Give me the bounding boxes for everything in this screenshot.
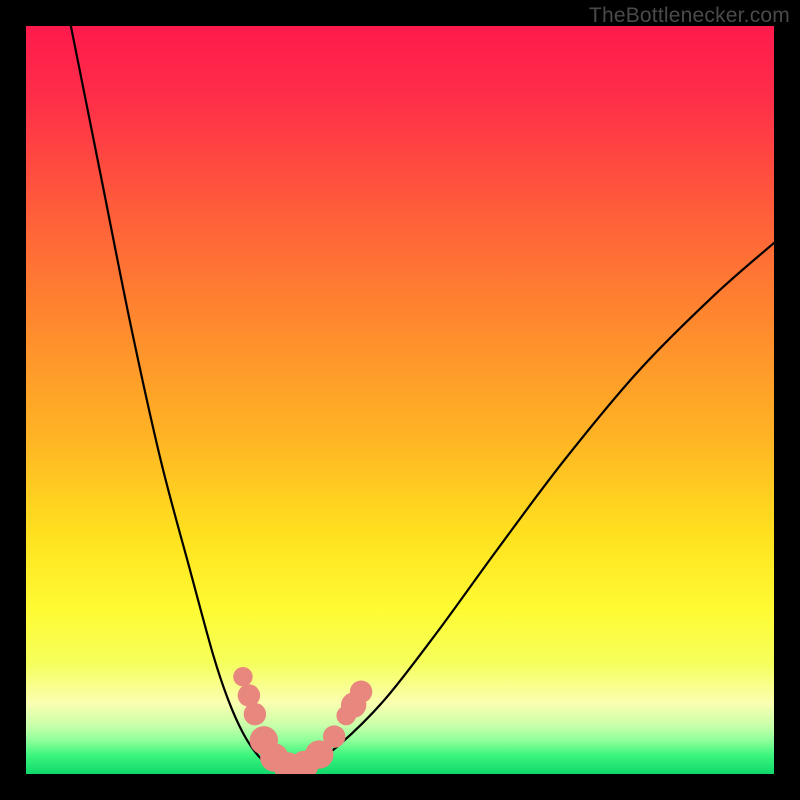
highlight-marker [233, 667, 252, 686]
heatmap-background [26, 26, 774, 774]
highlight-marker [244, 703, 266, 725]
highlight-marker [323, 725, 345, 747]
watermark-label: TheBottlenecker.com [589, 4, 790, 28]
chart-svg [26, 26, 774, 774]
highlight-marker [350, 681, 372, 703]
chart-frame: TheBottlenecker.com [0, 0, 800, 800]
plot-area [26, 26, 774, 774]
